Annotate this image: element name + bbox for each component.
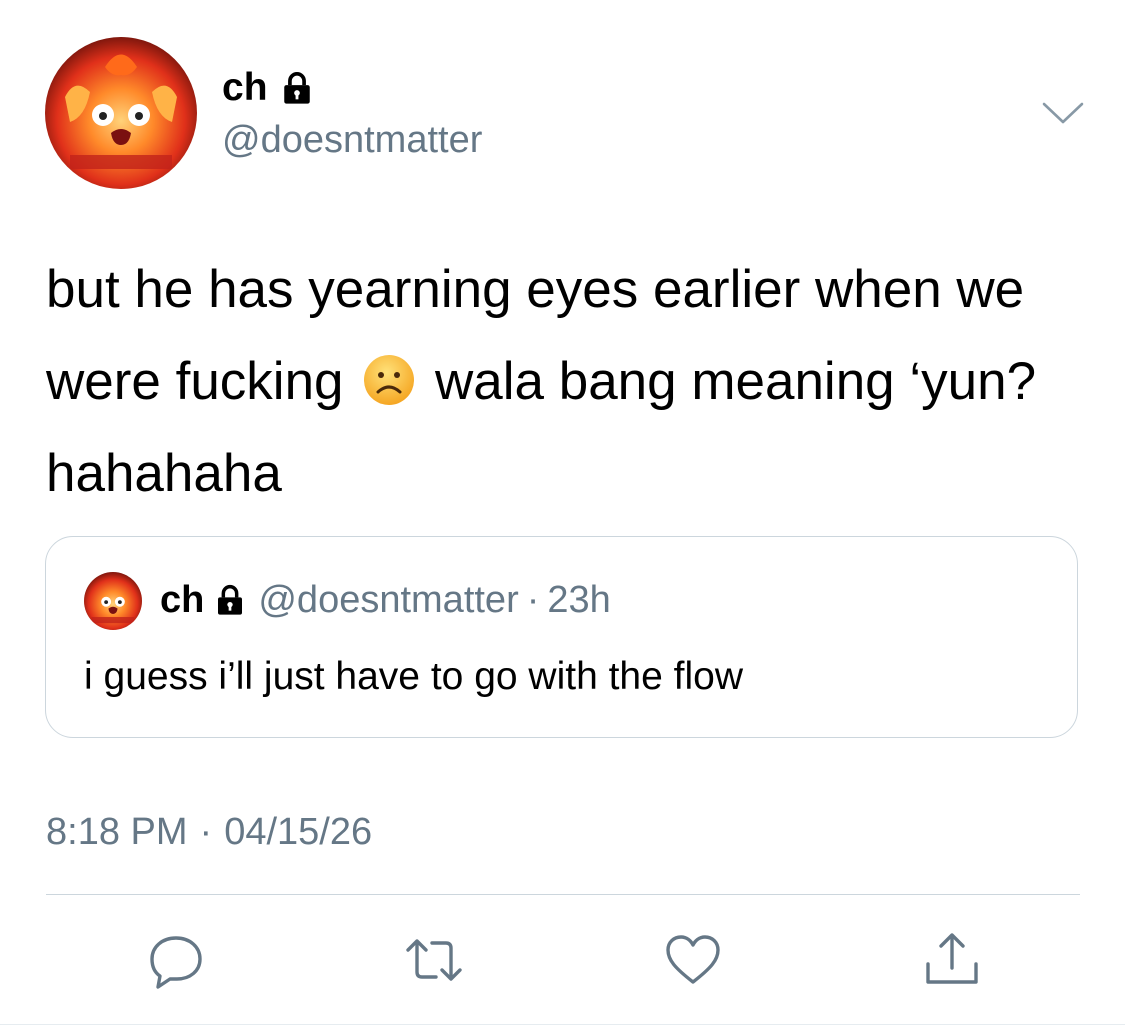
quoted-avatar <box>84 572 142 630</box>
reply-icon[interactable] <box>146 930 206 990</box>
display-name[interactable]: ch <box>222 66 314 110</box>
user-handle[interactable]: @doesntmatter <box>222 118 482 162</box>
divider <box>46 894 1080 895</box>
share-icon[interactable] <box>922 930 982 990</box>
frowning-face-emoji <box>362 353 416 407</box>
lock-icon <box>280 71 314 105</box>
quoted-tweet[interactable] <box>45 536 1078 738</box>
heart-icon[interactable] <box>663 930 723 990</box>
avatar[interactable] <box>45 37 197 189</box>
quoted-separator: · <box>526 579 540 621</box>
chevron-down-icon[interactable] <box>1040 98 1086 128</box>
tweet-date: 04/15/26 <box>224 811 373 853</box>
tweet-timestamp: 8:18 PM · 04/15/26 <box>46 810 372 854</box>
quoted-handle: @doesntmatter <box>258 579 519 621</box>
quoted-header: ch @doesntmatter · 23h <box>160 578 611 622</box>
retweet-icon[interactable] <box>404 930 464 990</box>
display-name-text: ch <box>222 66 268 109</box>
tweet-time: 8:18 PM <box>46 811 188 853</box>
quoted-display-name: ch <box>160 579 205 621</box>
quoted-time: 23h <box>547 579 611 621</box>
bottom-divider <box>0 1024 1125 1025</box>
timestamp-separator: · <box>199 811 213 853</box>
lock-icon <box>214 584 246 616</box>
quoted-text: i guess i’ll just have to go with the fl… <box>84 655 744 698</box>
fire-demon-avatar-image <box>45 37 197 189</box>
tweet-text: but he has yearning eyes earlier when we… <box>46 244 1086 520</box>
